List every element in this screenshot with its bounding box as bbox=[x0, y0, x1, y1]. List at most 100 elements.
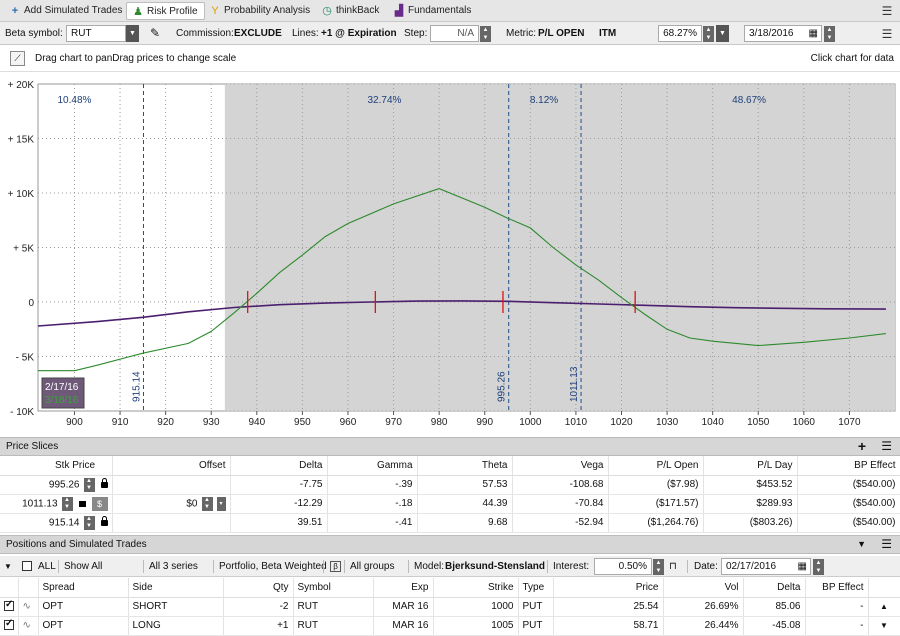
chevron-down-icon[interactable]: ▼ bbox=[716, 25, 729, 42]
tab-thinkback[interactable]: ◷ thinkBack bbox=[316, 2, 379, 20]
itm-down-icon[interactable]: ▼ bbox=[703, 34, 714, 42]
model-value[interactable]: Bjerksund-Stensland bbox=[445, 556, 545, 577]
x-tick-label: 930 bbox=[203, 417, 220, 428]
tab-probability-analysis[interactable]: Y Probability Analysis bbox=[204, 2, 310, 20]
calendar-icon[interactable]: ▦ bbox=[798, 559, 807, 574]
add-icon[interactable]: + bbox=[858, 438, 866, 455]
groups-filter[interactable]: All groups bbox=[350, 556, 394, 577]
date-input[interactable]: 02/17/2016 ▦ bbox=[721, 558, 811, 575]
stk-price[interactable]: 1011.13 bbox=[22, 498, 57, 509]
menu-icon[interactable]: ☰ bbox=[881, 536, 892, 553]
itm-input[interactable]: 68.27% bbox=[658, 25, 702, 42]
chart-style-icon[interactable]: ⟋ bbox=[10, 51, 25, 66]
price-stepper[interactable]: ▲ ▼ bbox=[61, 496, 73, 511]
commission-value[interactable]: EXCLUDE bbox=[234, 22, 282, 45]
col-type[interactable]: Type bbox=[518, 578, 554, 598]
series-filter[interactable]: All 3 series bbox=[149, 556, 198, 577]
col-delta[interactable]: Delta bbox=[743, 578, 806, 598]
col-gamma[interactable]: Gamma bbox=[327, 456, 418, 476]
collapse-icon[interactable]: ▼ bbox=[857, 536, 866, 553]
interest-input[interactable]: 0.50% bbox=[594, 558, 652, 575]
step-up-icon[interactable]: ▲ bbox=[480, 26, 491, 34]
qty[interactable]: -2 bbox=[223, 597, 294, 617]
price-slice-label: 995.26 bbox=[497, 371, 508, 402]
row-checkbox[interactable] bbox=[4, 599, 14, 612]
unlock-icon[interactable]: ⊓ bbox=[669, 556, 677, 577]
probability-label: 32.74% bbox=[367, 95, 401, 106]
calendar-icon[interactable]: ▦ bbox=[809, 26, 818, 41]
col-vega[interactable]: Vega bbox=[512, 456, 609, 476]
collapse-all-icon[interactable]: ▼ bbox=[4, 556, 12, 577]
col-symbol[interactable]: Symbol bbox=[293, 578, 374, 598]
select-all-checkbox[interactable] bbox=[22, 561, 32, 571]
qty[interactable]: +1 bbox=[223, 616, 294, 636]
col-exp[interactable]: Exp bbox=[373, 578, 434, 598]
lines-value[interactable]: +1 @ Expiration bbox=[321, 22, 397, 45]
scroll-down-icon[interactable]: ▼ bbox=[868, 616, 900, 636]
date-down-icon[interactable]: ▼ bbox=[824, 34, 835, 42]
date-up-icon[interactable]: ▲ bbox=[824, 26, 835, 34]
tab-add-simulated-trades[interactable]: + Add Simulated Trades bbox=[4, 2, 123, 20]
toolbar: Beta symbol: RUT ▼ ✎ Commission: EXCLUDE… bbox=[0, 22, 900, 45]
itm-up-icon[interactable]: ▲ bbox=[703, 26, 714, 34]
itm-label[interactable]: ITM bbox=[599, 22, 616, 45]
stk-price[interactable]: 995.26 bbox=[49, 479, 80, 490]
table-row[interactable]: 995.26 ▲ ▼ -7.75 -.39 57.53 -108.68 ($7.98… bbox=[0, 475, 900, 495]
dollar-tag-icon[interactable]: $ bbox=[91, 496, 108, 511]
lock-icon[interactable] bbox=[100, 516, 108, 527]
date-up-icon[interactable]: ▲ bbox=[813, 559, 824, 567]
interest-up-icon[interactable]: ▲ bbox=[653, 559, 664, 567]
col-vol[interactable]: Vol bbox=[663, 578, 744, 598]
col-bp-effect[interactable]: BP Effect bbox=[805, 578, 869, 598]
col-side[interactable]: Side bbox=[128, 578, 224, 598]
menu-icon[interactable]: ☰ bbox=[880, 4, 894, 18]
col-spread[interactable]: Spread bbox=[38, 578, 129, 598]
portfolio-filter[interactable]: Portfolio, Beta Weighted bbox=[219, 556, 327, 577]
col-strike[interactable]: Strike bbox=[433, 578, 519, 598]
col-delta[interactable]: Delta bbox=[230, 456, 328, 476]
col-pl-day[interactable]: P/L Day bbox=[703, 456, 798, 476]
tab-risk-profile[interactable]: ♟ Risk Profile bbox=[126, 2, 205, 20]
show-all-filter[interactable]: Show All bbox=[64, 556, 102, 577]
col-bp-effect[interactable]: BP Effect bbox=[797, 456, 900, 476]
menu-icon[interactable]: ☰ bbox=[880, 27, 894, 41]
offset-stepper[interactable]: ▲ ▼ bbox=[201, 496, 213, 511]
gamma: -.18 bbox=[327, 494, 418, 514]
link-icon[interactable]: ✎ bbox=[150, 22, 160, 45]
lock-icon[interactable] bbox=[100, 478, 108, 489]
row-checkbox[interactable] bbox=[4, 618, 14, 631]
menu-icon[interactable]: ☰ bbox=[881, 438, 892, 455]
table-row[interactable]: ∿ OPT LONG +1 RUT MAR 16 1005 PUT 58.71 … bbox=[0, 616, 900, 636]
chevron-down-icon[interactable]: ▾ bbox=[216, 496, 226, 511]
price-stepper[interactable]: ▲ ▼ bbox=[83, 515, 95, 530]
col-price[interactable]: Price bbox=[553, 578, 664, 598]
expiration-date-input[interactable]: 3/18/2016 ▦ bbox=[744, 25, 822, 42]
stk-price[interactable]: 915.14 bbox=[49, 517, 80, 528]
interest-down-icon[interactable]: ▼ bbox=[653, 567, 664, 575]
col-offset[interactable]: Offset bbox=[112, 456, 231, 476]
date-down-icon[interactable]: ▼ bbox=[813, 567, 824, 575]
col-qty[interactable]: Qty bbox=[223, 578, 294, 598]
step-input[interactable]: N/A bbox=[430, 25, 479, 42]
type: PUT bbox=[518, 597, 554, 617]
offset[interactable]: $0 bbox=[186, 498, 197, 509]
table-row[interactable]: 915.14 ▲ ▼ 39.51 -.41 9.68 -52.94 ($1,264.… bbox=[0, 513, 900, 533]
price-stepper[interactable]: ▲ ▼ bbox=[83, 477, 95, 492]
beta-weight-icon[interactable]: β bbox=[330, 561, 341, 572]
col-stk-price[interactable]: Stk Price bbox=[0, 456, 113, 476]
col-theta[interactable]: Theta bbox=[417, 456, 513, 476]
price-slice-label: 1011.13 bbox=[569, 366, 580, 402]
risk-profile-chart[interactable]: 900 910 920 930 940 950 960 970 980 990 1000 1010 10… bbox=[0, 72, 900, 437]
beta-symbol-input[interactable]: RUT bbox=[66, 25, 126, 42]
col-pl-open[interactable]: P/L Open bbox=[608, 456, 704, 476]
chevron-down-icon[interactable]: ▼ bbox=[126, 25, 139, 42]
tab-fundamentals[interactable]: ▟ Fundamentals bbox=[388, 2, 472, 20]
metric-value[interactable]: P/L OPEN bbox=[538, 22, 585, 45]
table-row[interactable]: ∿ OPT SHORT -2 RUT MAR 16 1000 PUT 25.54… bbox=[0, 597, 900, 617]
unlock-icon[interactable] bbox=[78, 501, 86, 508]
table-row[interactable]: 1011.13 ▲ ▼ $ $0 ▲ ▼ ▾ -12.29 -.18 44.39 -70.8… bbox=[0, 494, 900, 514]
scroll-up-icon[interactable]: ▲ bbox=[868, 597, 900, 617]
step-down-icon[interactable]: ▼ bbox=[480, 34, 491, 42]
x-tick-label: 920 bbox=[157, 417, 174, 428]
positions-header[interactable]: Positions and Simulated Trades ▼ ☰ bbox=[0, 535, 900, 554]
